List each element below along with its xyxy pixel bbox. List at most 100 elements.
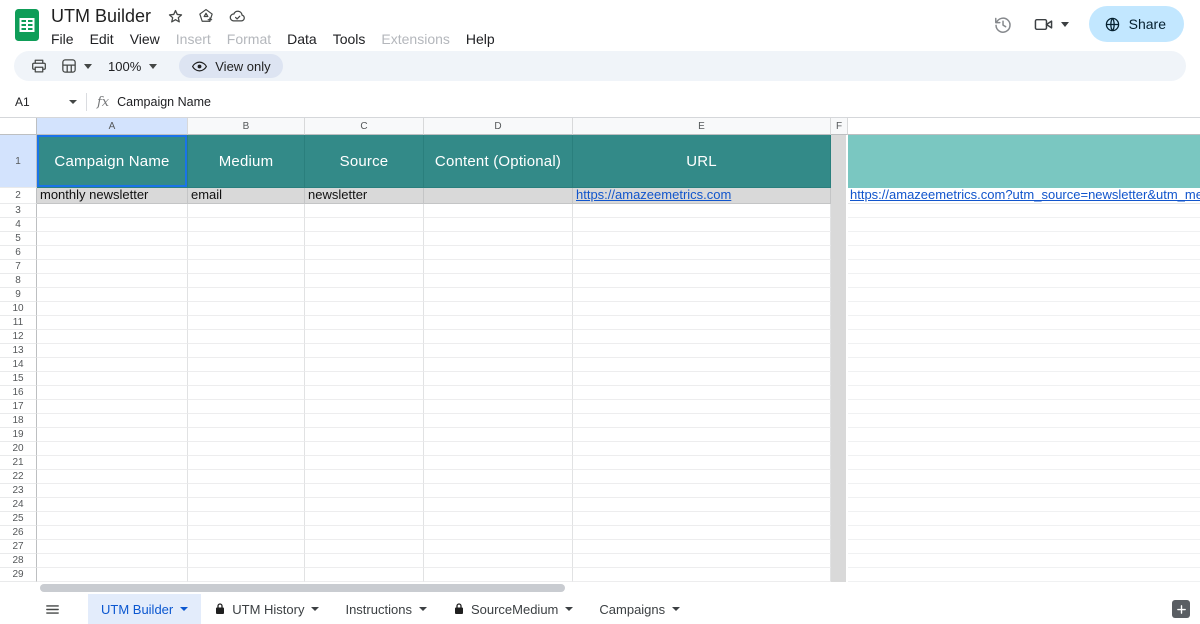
row-number[interactable]: 28 [0, 554, 37, 568]
cell-b2[interactable]: email [188, 188, 305, 204]
row-number[interactable]: 9 [0, 288, 37, 302]
cell[interactable] [305, 442, 424, 456]
cell[interactable] [188, 414, 305, 428]
cell[interactable] [188, 358, 305, 372]
cell[interactable] [305, 344, 424, 358]
cell[interactable] [37, 204, 188, 218]
row-number[interactable]: 3 [0, 204, 37, 218]
corner-box[interactable] [0, 118, 37, 135]
cell[interactable] [424, 400, 573, 414]
row-number[interactable]: 22 [0, 470, 37, 484]
cell[interactable] [573, 302, 831, 316]
tab-utm-builder[interactable]: UTM Builder [88, 594, 201, 624]
cell[interactable] [188, 302, 305, 316]
cell[interactable] [573, 246, 831, 260]
cell[interactable] [573, 498, 831, 512]
cell[interactable] [188, 232, 305, 246]
cell[interactable] [424, 302, 573, 316]
cell[interactable] [831, 526, 848, 540]
cell[interactable] [305, 232, 424, 246]
cell[interactable] [573, 442, 831, 456]
cell-hyperlink[interactable]: https://amazeemetrics.com [576, 188, 731, 202]
cell-c1[interactable]: Source [305, 135, 424, 188]
cell[interactable] [831, 456, 848, 470]
row-number[interactable]: 7 [0, 260, 37, 274]
column-header-b[interactable]: B [188, 118, 305, 135]
cell[interactable] [831, 274, 848, 288]
cell[interactable] [188, 498, 305, 512]
cell[interactable] [188, 456, 305, 470]
cell[interactable] [37, 260, 188, 274]
cell[interactable] [188, 512, 305, 526]
cell[interactable] [573, 400, 831, 414]
cell-a1[interactable]: Campaign Name [37, 135, 188, 188]
cell[interactable] [831, 442, 848, 456]
print-icon[interactable] [26, 53, 52, 79]
cell[interactable] [305, 512, 424, 526]
add-to-drive-icon[interactable] [197, 7, 215, 25]
column-header-c[interactable]: C [305, 118, 424, 135]
cell[interactable] [305, 302, 424, 316]
cell[interactable] [188, 484, 305, 498]
cell-d1[interactable]: Content (Optional) [424, 135, 573, 188]
horizontal-scrollbar[interactable] [40, 584, 565, 592]
cell[interactable] [831, 204, 848, 218]
name-box[interactable]: A1 [0, 95, 86, 109]
cell[interactable] [424, 372, 573, 386]
cell[interactable] [831, 246, 848, 260]
cell[interactable] [831, 484, 848, 498]
cell[interactable] [424, 218, 573, 232]
cell-f1[interactable] [831, 135, 848, 188]
cell[interactable] [424, 456, 573, 470]
cell[interactable] [188, 372, 305, 386]
cell[interactable] [305, 246, 424, 260]
version-history-icon[interactable] [992, 14, 1013, 35]
cell[interactable] [573, 274, 831, 288]
cell-c2[interactable]: newsletter [305, 188, 424, 204]
cell[interactable] [37, 540, 188, 554]
cell[interactable] [573, 540, 831, 554]
cell[interactable] [424, 344, 573, 358]
row-number[interactable]: 26 [0, 526, 37, 540]
row-number[interactable]: 8 [0, 274, 37, 288]
cell[interactable] [831, 470, 848, 484]
chevron-down-icon[interactable] [149, 64, 157, 69]
row-number[interactable]: 16 [0, 386, 37, 400]
meet-camera-button[interactable] [1033, 14, 1069, 35]
cell[interactable] [573, 386, 831, 400]
chevron-down-icon[interactable] [180, 607, 188, 611]
cell[interactable] [37, 512, 188, 526]
cell[interactable] [831, 512, 848, 526]
cell[interactable] [424, 414, 573, 428]
cell[interactable] [573, 232, 831, 246]
zoom-level[interactable]: 100% [108, 59, 141, 74]
menu-view[interactable]: View [122, 30, 168, 48]
cell[interactable] [831, 568, 848, 582]
chevron-down-icon[interactable] [84, 64, 92, 69]
cell[interactable] [37, 400, 188, 414]
cell[interactable] [831, 372, 848, 386]
cell[interactable] [831, 400, 848, 414]
cell[interactable] [305, 554, 424, 568]
cell[interactable] [188, 470, 305, 484]
cell[interactable] [37, 386, 188, 400]
cell[interactable] [831, 260, 848, 274]
cell[interactable] [188, 428, 305, 442]
cell[interactable] [188, 568, 305, 582]
row-number[interactable]: 5 [0, 232, 37, 246]
cell[interactable] [831, 232, 848, 246]
column-header-f[interactable]: F [831, 118, 848, 135]
cell[interactable] [305, 484, 424, 498]
cell[interactable] [573, 554, 831, 568]
menu-help[interactable]: Help [458, 30, 503, 48]
row-number[interactable]: 10 [0, 302, 37, 316]
row-number[interactable]: 15 [0, 372, 37, 386]
cell[interactable] [831, 540, 848, 554]
row-number[interactable]: 6 [0, 246, 37, 260]
cell[interactable] [188, 246, 305, 260]
cell-b1[interactable]: Medium [188, 135, 305, 188]
cell[interactable] [424, 428, 573, 442]
row-number[interactable]: 14 [0, 358, 37, 372]
cell[interactable] [831, 288, 848, 302]
cell[interactable] [424, 232, 573, 246]
